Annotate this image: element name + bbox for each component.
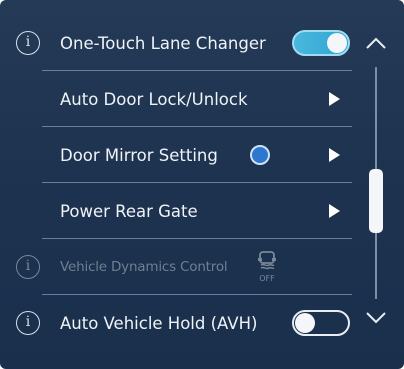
vdc-off-text: OFF (259, 274, 275, 283)
chevron-right-icon (329, 148, 340, 162)
chevron-up-icon[interactable] (364, 31, 388, 55)
list-item-label: Auto Vehicle Hold (AVH) (60, 313, 258, 333)
list-item-label: Power Rear Gate (60, 201, 198, 221)
toggle-knob (295, 313, 315, 333)
settings-screen: i One-Touch Lane Changer Auto Door Lock/… (0, 0, 404, 369)
list-item-label: One-Touch Lane Changer (60, 33, 266, 53)
info-icon[interactable]: i (16, 255, 40, 279)
list-item-door-mirror-setting[interactable]: Door Mirror Setting (0, 127, 352, 183)
settings-list: i One-Touch Lane Changer Auto Door Lock/… (0, 15, 352, 351)
list-item-label: Vehicle Dynamics Control (60, 259, 228, 275)
list-item-vehicle-dynamics-control: i Vehicle Dynamics Control OFF (0, 239, 352, 295)
list-item-label: Auto Door Lock/Unlock (60, 89, 248, 109)
scrollbar[interactable] (352, 0, 404, 369)
scroll-thumb[interactable] (369, 169, 383, 233)
chevron-right-icon (329, 204, 340, 218)
list-item-one-touch-lane-changer[interactable]: i One-Touch Lane Changer (0, 15, 352, 71)
lane-changer-toggle[interactable] (292, 30, 350, 56)
info-icon[interactable]: i (16, 31, 40, 55)
list-item-auto-door-lock[interactable]: Auto Door Lock/Unlock (0, 71, 352, 127)
vdc-off-icon: OFF (258, 251, 276, 283)
list-item-label: Door Mirror Setting (60, 145, 218, 165)
list-item-power-rear-gate[interactable]: Power Rear Gate (0, 183, 352, 239)
status-dot-icon (250, 145, 270, 165)
list-item-auto-vehicle-hold[interactable]: i Auto Vehicle Hold (AVH) (0, 295, 352, 351)
avh-toggle[interactable] (292, 310, 350, 336)
chevron-down-icon[interactable] (364, 306, 388, 330)
info-icon[interactable]: i (16, 311, 40, 335)
chevron-right-icon (329, 92, 340, 106)
toggle-knob (327, 33, 347, 53)
